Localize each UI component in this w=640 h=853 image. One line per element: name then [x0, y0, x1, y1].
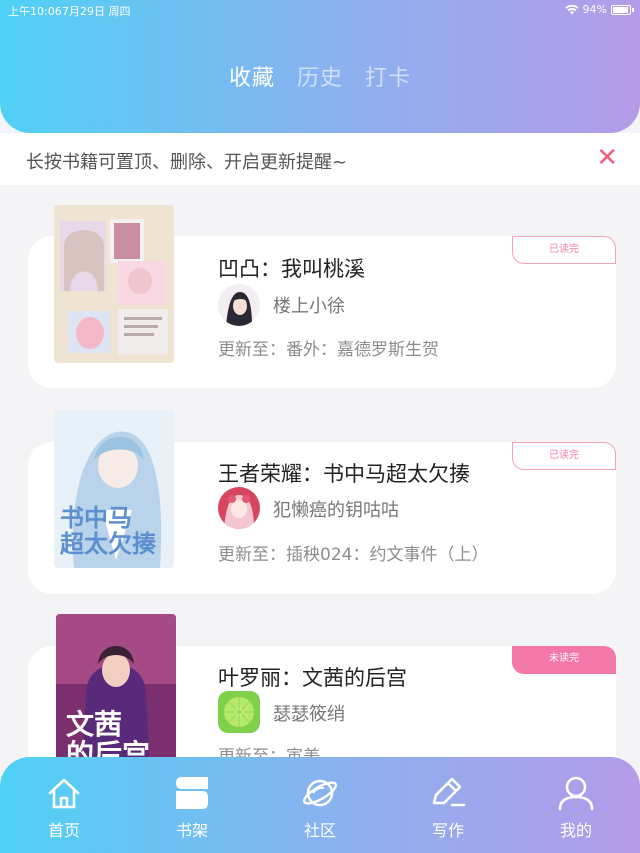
book-title: 王者荣耀：书中马超太欠揍	[218, 462, 470, 486]
update-info: 更新至：番外：嘉德罗斯生贺	[218, 340, 439, 360]
tab-history[interactable]: 历史	[297, 60, 343, 92]
battery-icon	[611, 4, 631, 15]
nav-profile[interactable]: 我的	[536, 773, 616, 841]
svg-text:超太欠揍: 超太欠揍	[60, 529, 157, 558]
home-icon	[48, 778, 80, 809]
read-status-badge: 已读完	[512, 442, 616, 470]
user-icon	[558, 776, 594, 811]
nav-label-bookshelf: 书架	[175, 821, 208, 840]
nav-write[interactable]: 写作	[408, 773, 488, 841]
author-name[interactable]: 楼上小徐	[273, 292, 345, 318]
book-title: 叶罗丽：文茜的后宫	[218, 666, 407, 690]
nav-label-community: 社区	[303, 821, 336, 840]
nav-community[interactable]: 社区	[280, 773, 360, 841]
status-time: 上午10:06	[8, 5, 62, 18]
top-tabs: 收藏 历史 打卡	[0, 60, 640, 92]
bottom-nav: 首页 书架 社区 写作 我的	[0, 757, 640, 853]
nav-label-home: 首页	[47, 821, 80, 840]
wifi-icon	[564, 4, 579, 14]
svg-text:书中马: 书中马	[60, 503, 132, 532]
nav-bookshelf[interactable]: 书架	[152, 773, 232, 841]
pen-icon	[432, 777, 466, 807]
author-name[interactable]: 犯懒癌的钥咕咕	[273, 496, 399, 522]
svg-text:文茜: 文茜	[66, 708, 122, 741]
close-icon[interactable]: ✕	[596, 145, 618, 171]
book-cover[interactable]	[54, 205, 174, 363]
tab-favorites[interactable]: 收藏	[229, 60, 275, 92]
header: 上午10:06 7月29日 周四 94% 收藏 历史 打卡	[0, 0, 640, 133]
author-avatar[interactable]	[218, 284, 260, 326]
book-cover[interactable]: 书中马 超太欠揍	[54, 410, 174, 568]
author-avatar[interactable]	[218, 691, 260, 733]
update-info: 更新至：插秧024：约文事件（上）	[218, 545, 489, 565]
book-cover[interactable]: 文茜 的后宫	[56, 614, 176, 772]
status-right: 94%	[564, 3, 634, 16]
nav-label-write: 写作	[431, 821, 464, 840]
tip-text: 长按书籍可置顶、删除、开启更新提醒~	[26, 152, 348, 173]
planet-icon	[302, 779, 338, 807]
bookshelf-icon	[176, 777, 208, 809]
status-date: 7月29日 周四	[62, 5, 131, 18]
battery-nub	[632, 7, 634, 12]
read-status-badge: 已读完	[512, 236, 616, 264]
book-title: 凹凸：我叫桃溪	[218, 257, 365, 281]
battery-percent: 94%	[582, 3, 607, 16]
author-name[interactable]: 瑟瑟筱绡	[273, 700, 345, 726]
tab-checkin[interactable]: 打卡	[365, 60, 411, 92]
status-bar: 上午10:06 7月29日 周四 94%	[0, 0, 640, 20]
nav-label-profile: 我的	[559, 821, 592, 840]
nav-home[interactable]: 首页	[24, 773, 104, 841]
unread-status-badge: 未读完	[512, 646, 616, 674]
author-avatar[interactable]	[218, 487, 260, 529]
tip-bar: 长按书籍可置顶、删除、开启更新提醒~ ✕	[0, 133, 640, 185]
